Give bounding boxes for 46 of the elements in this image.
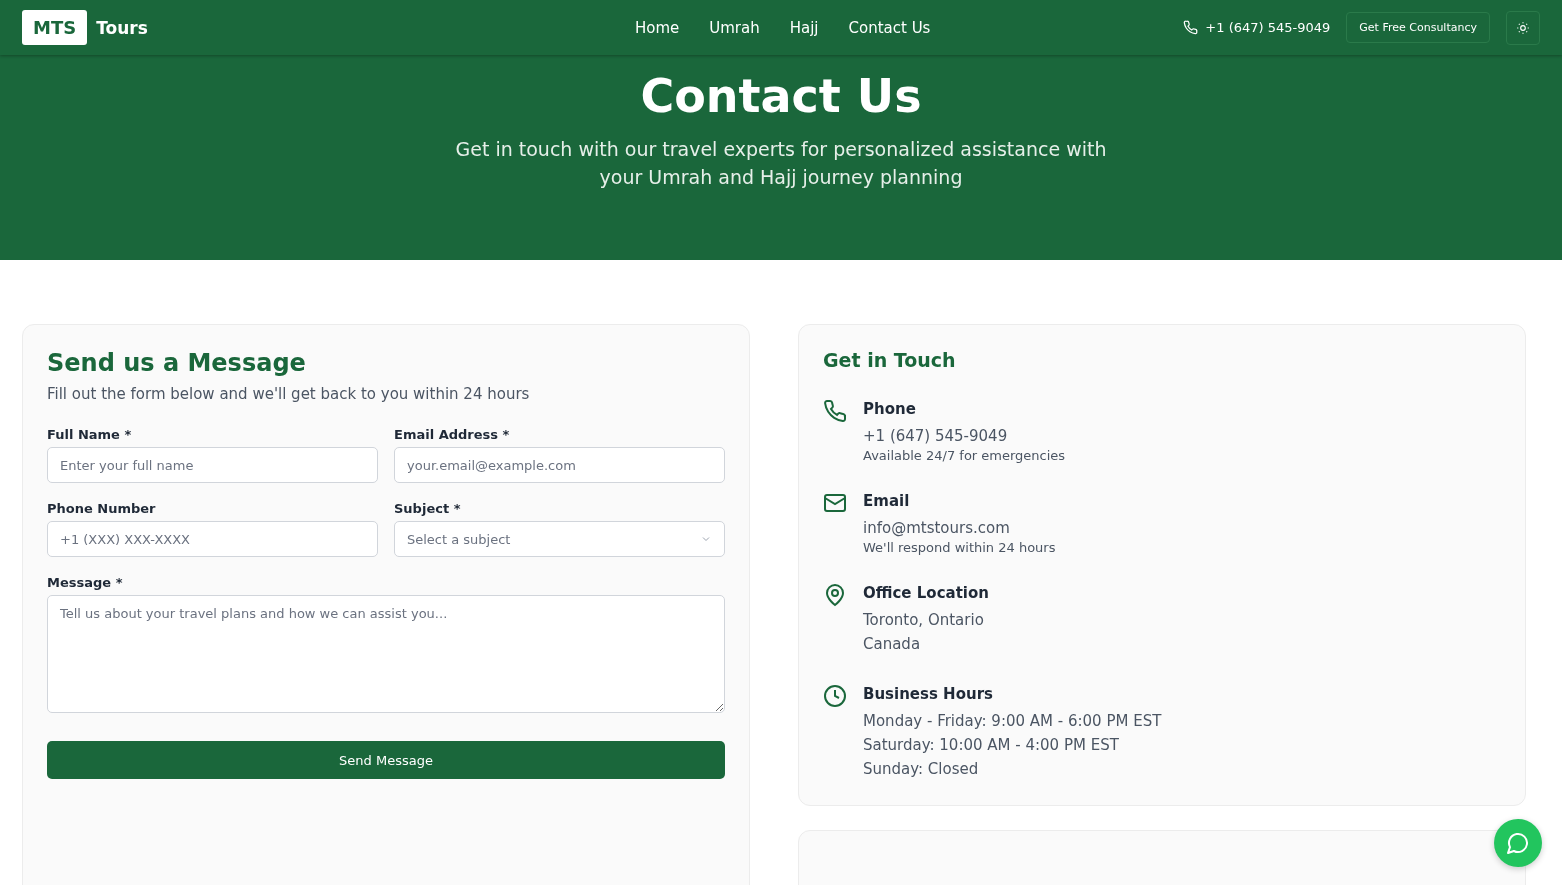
contact-detail: info@mtstours.com — [863, 518, 1011, 539]
contact-item-title: Office Location — [863, 584, 989, 602]
field-label: Full Name * — [47, 427, 132, 442]
page-subtitle: Get in touch with our travel experts for personalized assistance with your Umrah and Hajj journey planning — [454, 137, 1108, 190]
contact-detail: Canada — [863, 634, 922, 655]
page-title: Contact Us — [640, 69, 922, 123]
input-field[interactable]: Enter your full name — [47, 447, 378, 483]
send-message-button[interactable]: Send Message — [47, 741, 725, 779]
theme-toggle-button[interactable] — [1506, 10, 1540, 45]
contact-detail: Saturday: 10:00 AM - 4:00 PM EST — [863, 735, 1120, 756]
contact-item-title: Email — [863, 492, 910, 510]
clock-icon — [823, 684, 847, 708]
logo-mark[interactable]: MTS — [22, 10, 88, 45]
contact-detail: Sunday: Closed — [863, 759, 980, 780]
logo-text[interactable]: Tours — [96, 17, 148, 38]
phone-number: +1 (647) 545-9049 — [1205, 20, 1331, 35]
contact-item-title: Phone — [863, 400, 916, 418]
consultancy-button[interactable]: Get Free Consultancy — [1346, 12, 1490, 43]
nav-link[interactable]: Hajj — [789, 18, 819, 37]
field-label: Email Address * — [394, 427, 510, 442]
chat-bubble-icon — [1506, 831, 1530, 855]
nav-link[interactable]: Contact Us — [848, 18, 931, 37]
contact-detail: Toronto, Ontario — [863, 610, 985, 631]
field-label: Message * — [47, 575, 123, 590]
contact-detail: Monday - Friday: 9:00 AM - 6:00 PM EST — [863, 711, 1162, 732]
message-field[interactable]: Tell us about your travel plans and how we can assist you... — [47, 595, 725, 713]
phone-icon — [1183, 20, 1199, 35]
map-pin-icon — [823, 583, 847, 607]
contact-note: We'll respond within 24 hours — [863, 540, 1056, 555]
phone-icon — [823, 399, 847, 423]
nav-link[interactable]: Umrah — [709, 18, 760, 37]
contact-item-title: Business Hours — [863, 685, 993, 703]
contact-note: Available 24/7 for emergencies — [863, 448, 1066, 463]
envelope-icon — [823, 491, 847, 515]
select-field[interactable]: Select a subject — [394, 521, 725, 557]
input-field[interactable]: +1 (XXX) XXX-XXXX — [47, 521, 378, 557]
sun-icon — [1516, 20, 1530, 35]
form-subtitle: Fill out the form below and we'll get back to you within 24 hours — [47, 385, 531, 403]
form-title: Send us a Message — [47, 349, 306, 377]
field-label: Phone Number — [47, 501, 156, 516]
field-label: Subject * — [394, 501, 461, 516]
contact-title: Get in Touch — [823, 349, 956, 371]
contact-detail: +1 (647) 545-9049 — [863, 426, 1009, 447]
input-field[interactable]: your.email@example.com — [394, 447, 725, 483]
chat-button[interactable] — [1494, 819, 1542, 867]
nav-link[interactable]: Home — [634, 18, 680, 37]
